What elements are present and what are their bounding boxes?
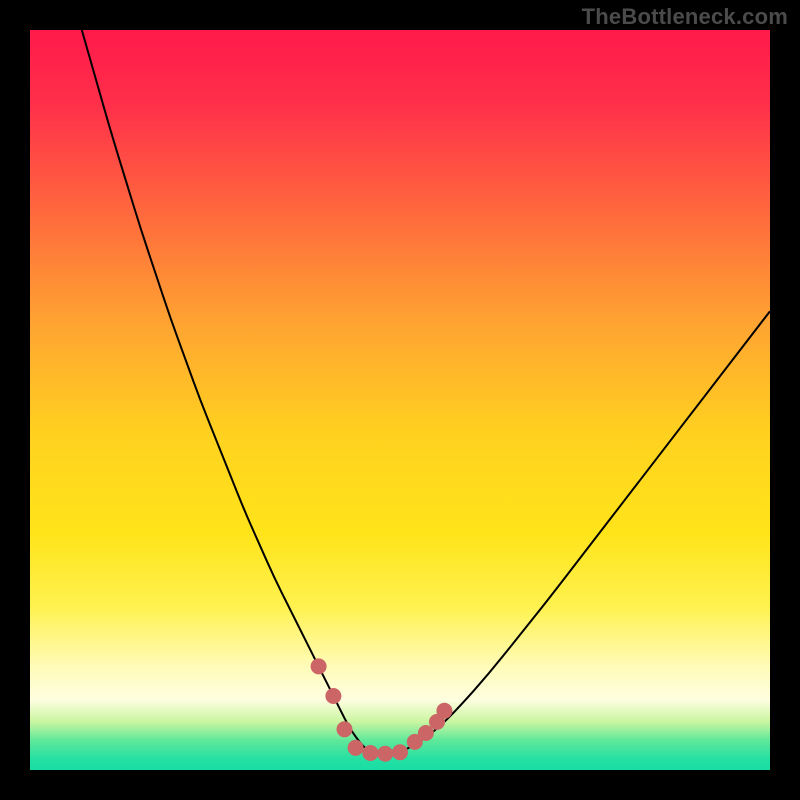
marker-dot <box>337 721 353 737</box>
marker-dot <box>325 688 341 704</box>
marker-dot <box>362 745 378 761</box>
watermark-text: TheBottleneck.com <box>582 4 788 30</box>
curve-markers <box>311 658 453 761</box>
marker-dot <box>392 744 408 760</box>
marker-dot <box>377 746 393 762</box>
markers-layer <box>30 30 770 770</box>
marker-dot <box>311 658 327 674</box>
chart-frame: TheBottleneck.com <box>0 0 800 800</box>
plot-area <box>30 30 770 770</box>
marker-dot <box>348 740 364 756</box>
marker-dot <box>436 703 452 719</box>
